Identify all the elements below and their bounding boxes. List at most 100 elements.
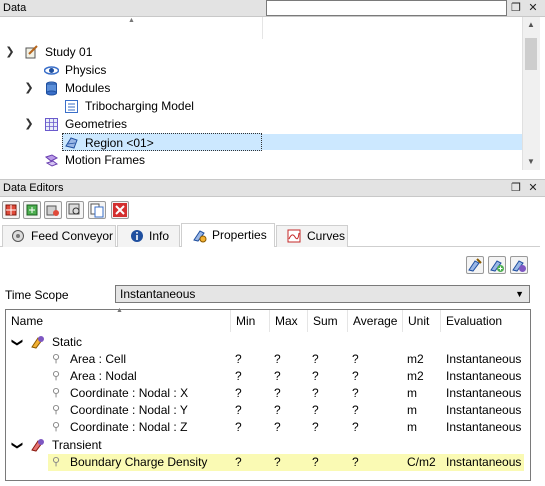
property-icon: ⚲ bbox=[52, 421, 61, 433]
scroll-up-icon[interactable]: ▲ bbox=[522, 18, 540, 32]
cell-unit: m bbox=[407, 420, 417, 434]
column-header-average[interactable]: Average bbox=[348, 310, 403, 332]
refresh-button[interactable] bbox=[23, 201, 41, 219]
table-row[interactable]: ⚲ Coordinate : Nodal : Z ? ? ? ? m Insta… bbox=[6, 419, 530, 436]
table-row[interactable]: ⚲ Coordinate : Nodal : Y ? ? ? ? m Insta… bbox=[6, 402, 530, 419]
tree-item-label: Motion Frames bbox=[65, 153, 146, 167]
cell-max: ? bbox=[274, 369, 281, 383]
cell-unit: m2 bbox=[407, 369, 424, 383]
tab-label: Info bbox=[149, 229, 170, 243]
model-icon bbox=[65, 100, 78, 113]
mesh-button[interactable] bbox=[2, 201, 20, 219]
table-row[interactable]: ⚲ Coordinate : Nodal : X ? ? ? ? m Insta… bbox=[6, 385, 530, 402]
inspect-button[interactable] bbox=[66, 201, 84, 219]
sort-indicator-icon: ▲ bbox=[128, 17, 135, 24]
group-name: Static bbox=[52, 335, 83, 349]
cell-max: ? bbox=[274, 455, 281, 469]
data-panel-title: Data bbox=[3, 2, 27, 14]
conveyor-icon bbox=[12, 230, 24, 242]
add-property-button[interactable] bbox=[488, 256, 506, 274]
cell-unit: m bbox=[407, 403, 417, 417]
column-header-sum[interactable]: Sum bbox=[308, 310, 348, 332]
tree-item-physics[interactable]: Physics bbox=[0, 61, 520, 79]
tree-column-divider bbox=[262, 17, 263, 39]
property-icon: ⚲ bbox=[52, 387, 61, 399]
tree-item-modules[interactable]: ❯ Modules bbox=[0, 79, 520, 97]
chevron-down-icon[interactable]: ❯ bbox=[8, 338, 25, 347]
tab-label: Feed Conveyor bbox=[31, 229, 114, 243]
curves-icon bbox=[287, 229, 301, 243]
cell-min: ? bbox=[235, 455, 242, 469]
scroll-down-icon[interactable]: ▼ bbox=[522, 155, 540, 169]
cell-min: ? bbox=[235, 403, 242, 417]
cell-sum: ? bbox=[312, 352, 319, 366]
tree-item-region-01[interactable]: Region <01> bbox=[62, 133, 262, 151]
tab-label: Curves bbox=[307, 229, 346, 243]
chevron-down-icon[interactable]: ❯ bbox=[24, 115, 34, 133]
float-panel-icon[interactable]: ❐ bbox=[510, 182, 522, 194]
chevron-down-icon[interactable]: ▼ bbox=[515, 286, 524, 302]
close-panel-icon[interactable]: ✕ bbox=[527, 2, 539, 14]
tab-feed-conveyor[interactable]: Feed Conveyor bbox=[2, 225, 116, 247]
cell-min: ? bbox=[235, 386, 242, 400]
float-panel-icon[interactable]: ❐ bbox=[510, 2, 522, 14]
cell-unit: m2 bbox=[407, 352, 424, 366]
table-row[interactable]: ⚲ Area : Cell ? ? ? ? m2 Instantaneous bbox=[6, 351, 530, 368]
remove-property-icon bbox=[512, 260, 526, 272]
group-row-static[interactable]: ❯ Static bbox=[6, 334, 530, 351]
column-header-name[interactable]: Name bbox=[6, 310, 231, 332]
delete-icon bbox=[113, 203, 127, 217]
copy-button[interactable] bbox=[88, 201, 106, 219]
tab-label: Properties bbox=[212, 228, 267, 242]
group-row-transient[interactable]: ❯ Transient bbox=[6, 437, 530, 454]
cell-max: ? bbox=[274, 352, 281, 366]
tree-item-label: Physics bbox=[65, 63, 107, 77]
cell-min: ? bbox=[235, 420, 242, 434]
tab-info[interactable]: Info bbox=[117, 225, 180, 247]
add-property-icon bbox=[490, 260, 504, 272]
column-header-min[interactable]: Min bbox=[231, 310, 270, 332]
cell-sum: ? bbox=[312, 420, 319, 434]
properties-grid: ▲ Name Min Max Sum Average Unit Evaluati… bbox=[5, 307, 531, 481]
tree-item-motion-frames[interactable]: Motion Frames bbox=[0, 151, 520, 169]
column-header-evaluation[interactable]: Evaluation bbox=[441, 310, 530, 332]
chevron-down-icon[interactable]: ❯ bbox=[8, 441, 25, 450]
cell-name: Area : Cell bbox=[70, 352, 127, 366]
tab-curves[interactable]: Curves bbox=[276, 225, 348, 247]
cell-sum: ? bbox=[312, 455, 319, 469]
data-tree: ▲ ❯ Study 01 Physics ❯ Modules Tribochar… bbox=[0, 17, 522, 170]
tab-properties[interactable]: Properties bbox=[181, 223, 275, 247]
edit-properties-button[interactable] bbox=[466, 256, 484, 274]
search-input[interactable] bbox=[266, 0, 507, 16]
close-panel-icon[interactable]: ✕ bbox=[527, 182, 539, 194]
edit-properties-icon bbox=[468, 258, 482, 272]
chevron-down-icon[interactable]: ❯ bbox=[24, 79, 34, 97]
static-group-icon bbox=[31, 336, 44, 349]
scrollbar-thumb[interactable] bbox=[525, 38, 537, 70]
tree-item-tribocharging-model[interactable]: Tribocharging Model bbox=[0, 97, 520, 115]
refresh-icon bbox=[26, 204, 38, 216]
chevron-down-icon[interactable]: ❯ bbox=[5, 43, 15, 61]
tree-item-geometries[interactable]: ❯ Geometries bbox=[0, 115, 520, 133]
info-icon bbox=[131, 230, 143, 242]
inspect-icon bbox=[68, 203, 80, 215]
time-scope-value: Instantaneous bbox=[120, 287, 196, 301]
column-header-unit[interactable]: Unit bbox=[403, 310, 441, 332]
editors-panel-title: Data Editors bbox=[3, 182, 64, 194]
delete-button[interactable] bbox=[111, 201, 129, 219]
cell-name: Coordinate : Nodal : Z bbox=[70, 420, 188, 434]
selected-row-highlight bbox=[262, 134, 522, 150]
tree-item-label: Region <01> bbox=[85, 136, 154, 150]
column-header-max[interactable]: Max bbox=[270, 310, 308, 332]
mesh-icon bbox=[5, 204, 17, 216]
cell-name: Boundary Charge Density bbox=[70, 455, 208, 469]
remove-property-button[interactable] bbox=[510, 256, 528, 274]
cell-evaluation: Instantaneous bbox=[446, 403, 522, 417]
tree-item-study[interactable]: ❯ Study 01 bbox=[0, 43, 520, 61]
table-row[interactable]: ⚲ Boundary Charge Density ? ? ? ? C/m2 I… bbox=[48, 454, 524, 471]
link-button[interactable] bbox=[44, 201, 62, 219]
time-scope-select[interactable]: Instantaneous ▼ bbox=[115, 285, 530, 303]
cell-average: ? bbox=[352, 455, 359, 469]
property-icon: ⚲ bbox=[52, 353, 61, 365]
table-row[interactable]: ⚲ Area : Nodal ? ? ? ? m2 Instantaneous bbox=[6, 368, 530, 385]
